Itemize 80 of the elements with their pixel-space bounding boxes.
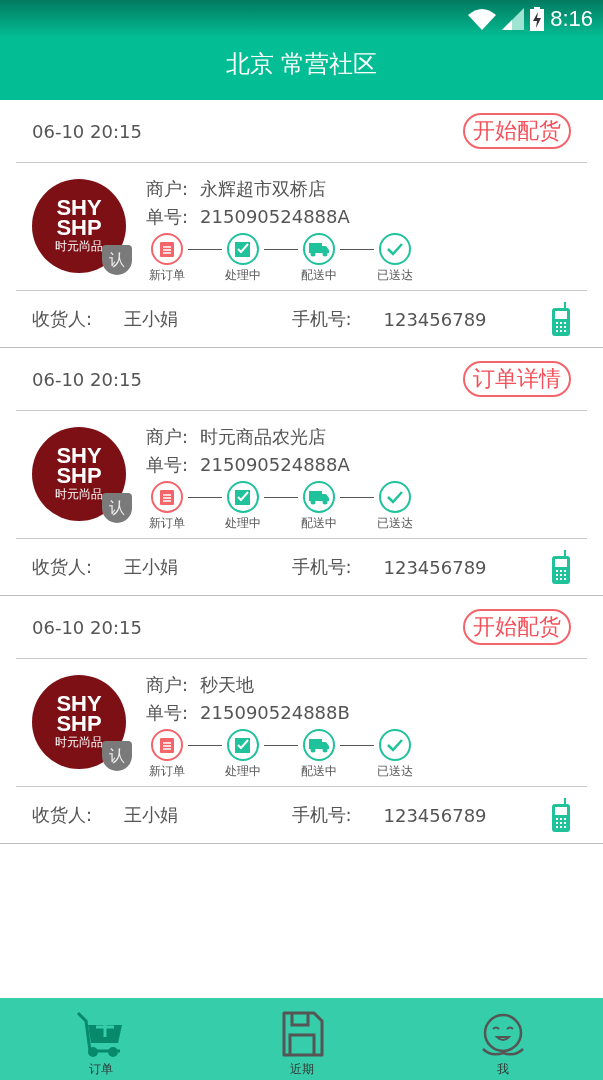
- checklist-icon: [234, 240, 252, 258]
- notepad-icon: [159, 488, 175, 506]
- nav-tab[interactable]: 近期: [241, 998, 362, 1080]
- logo-text: 时元尚品: [55, 238, 103, 254]
- step-label: 已送达: [377, 763, 413, 780]
- checklist-icon: [234, 736, 252, 754]
- order-number: 215090524888B: [200, 701, 350, 725]
- checklist-icon: [234, 488, 252, 506]
- merchant-label: 商户:: [146, 177, 189, 201]
- logo-text: 时元尚品: [55, 734, 103, 750]
- phone-label: 手机号:: [291, 555, 353, 579]
- phone-number: 123456789: [383, 308, 488, 330]
- order-time: 06-10 20:15: [32, 120, 142, 142]
- logo-text: SHY: [56, 198, 102, 218]
- logo-text: SHP: [56, 714, 102, 734]
- battery-charging-icon: [530, 7, 545, 31]
- logo-text: SHY: [56, 446, 102, 466]
- step-label: 配送中: [301, 267, 337, 284]
- order-number-label: 单号:: [146, 701, 189, 725]
- check-icon: [386, 738, 404, 752]
- step-label: 配送中: [301, 515, 337, 532]
- nav-tab[interactable]: 我: [442, 998, 563, 1080]
- order-number: 215090524888A: [200, 453, 350, 477]
- verified-badge: 认: [102, 245, 132, 275]
- check-icon: [386, 242, 404, 256]
- mobile-phone-icon[interactable]: [551, 302, 571, 336]
- order-time: 06-10 20:15: [32, 368, 142, 390]
- order-number-label: 单号:: [146, 205, 189, 229]
- step-label: 处理中: [225, 267, 261, 284]
- step-label: 配送中: [301, 763, 337, 780]
- step-label: 处理中: [225, 515, 261, 532]
- status-time: 8:16: [550, 6, 593, 32]
- logo-text: SHP: [56, 218, 102, 238]
- notepad-icon: [159, 736, 175, 754]
- order-number-label: 单号:: [146, 453, 189, 477]
- truck-icon: [308, 489, 330, 505]
- nav-label: 订单: [88, 1061, 113, 1078]
- signal-icon: [502, 8, 525, 30]
- mobile-phone-icon[interactable]: [551, 798, 571, 832]
- recipient-name: 王小娟: [124, 307, 179, 331]
- logo-text: SHY: [56, 694, 102, 714]
- recipient-label: 收货人:: [32, 555, 94, 579]
- action-button[interactable]: 开始配货: [463, 113, 571, 149]
- verified-badge: 认: [102, 741, 132, 771]
- logo-text: SHP: [56, 466, 102, 486]
- recipient-name: 王小娟: [124, 555, 179, 579]
- action-button[interactable]: 订单详情: [463, 361, 571, 397]
- step-label: 处理中: [225, 763, 261, 780]
- phone-number: 123456789: [383, 556, 488, 578]
- verified-badge: 认: [102, 493, 132, 523]
- step-label: 新订单: [149, 267, 185, 284]
- step-label: 已送达: [377, 267, 413, 284]
- merchant-label: 商户:: [146, 673, 189, 697]
- merchant-label: 商户:: [146, 425, 189, 449]
- nav-tab[interactable]: 订单: [40, 998, 161, 1080]
- phone-number: 123456789: [383, 804, 488, 826]
- mobile-phone-icon[interactable]: [551, 550, 571, 584]
- truck-icon: [308, 737, 330, 753]
- logo-text: 时元尚品: [55, 486, 103, 502]
- nav-label: 我: [496, 1061, 509, 1078]
- step-label: 新订单: [149, 763, 185, 780]
- merchant-name: 时元商品农光店: [200, 425, 327, 449]
- wifi-icon: [468, 8, 497, 30]
- step-label: 新订单: [149, 515, 185, 532]
- truck-icon: [308, 241, 330, 257]
- action-button[interactable]: 开始配货: [463, 609, 571, 645]
- order-time: 06-10 20:15: [32, 616, 142, 638]
- step-label: 已送达: [377, 515, 413, 532]
- merchant-name: 秒天地: [200, 673, 255, 697]
- check-icon: [386, 490, 404, 504]
- phone-label: 手机号:: [291, 803, 353, 827]
- recipient-label: 收货人:: [32, 803, 94, 827]
- recipient-name: 王小娟: [124, 803, 179, 827]
- phone-label: 手机号:: [291, 307, 353, 331]
- page-title: 北京 常营社区: [225, 49, 378, 80]
- merchant-name: 永辉超市双桥店: [200, 177, 327, 201]
- nav-label: 近期: [289, 1061, 314, 1078]
- order-number: 215090524888A: [200, 205, 350, 229]
- recipient-label: 收货人:: [32, 307, 94, 331]
- notepad-icon: [159, 240, 175, 258]
